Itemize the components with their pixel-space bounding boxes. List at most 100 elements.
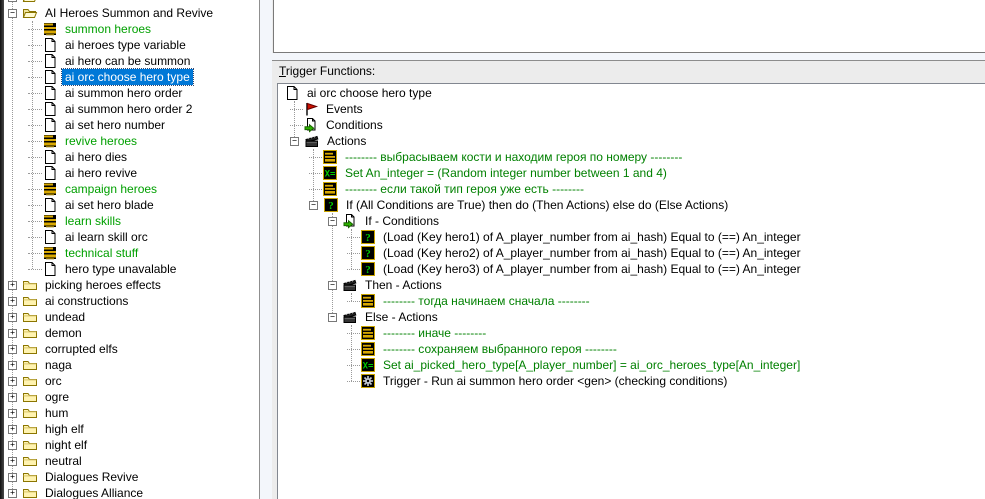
tree-item-label[interactable]: AI Heroes Summon and Revive bbox=[42, 5, 216, 21]
tree-item[interactable]: + Dialogues Revive bbox=[4, 469, 259, 485]
trigger-row[interactable]: -------- иначе -------- bbox=[278, 325, 985, 341]
tree-item-label[interactable]: ai summon hero order bbox=[62, 85, 185, 101]
expand-toggle[interactable]: + bbox=[8, 424, 17, 434]
tree-item[interactable]: campaign heroes bbox=[4, 181, 259, 197]
trigger-row-label[interactable]: (Load (Key hero2) of A_player_number fro… bbox=[380, 245, 804, 261]
tree-item[interactable]: ai summon hero order 2 bbox=[4, 101, 259, 117]
expand-toggle[interactable]: + bbox=[8, 408, 17, 418]
tree-item[interactable]: + undead bbox=[4, 309, 259, 325]
trigger-row-label[interactable]: -------- тогда начинаем сначала -------- bbox=[380, 293, 593, 309]
tree-item-label[interactable]: ai learn skill orc bbox=[62, 229, 151, 245]
tree-item[interactable]: + night elf bbox=[4, 437, 259, 453]
tree-item-label[interactable]: Dialogues Revive bbox=[42, 469, 141, 485]
expand-toggle[interactable]: + bbox=[8, 280, 17, 290]
trigger-row-label[interactable]: (Load (Key hero3) of A_player_number fro… bbox=[380, 261, 804, 277]
expand-toggle[interactable]: + bbox=[8, 312, 17, 322]
tree-item-label[interactable]: ai hero revive bbox=[62, 165, 140, 181]
trigger-row[interactable]: ? (Load (Key hero1) of A_player_number fr… bbox=[278, 229, 985, 245]
tree-item[interactable]: ai orc choose hero type bbox=[4, 68, 259, 86]
trigger-row[interactable]: ai orc choose hero type bbox=[278, 85, 985, 101]
trigger-row-label[interactable]: Conditions bbox=[323, 117, 386, 133]
tree-item-label[interactable]: ai orc choose hero type bbox=[61, 68, 194, 86]
expand-toggle[interactable]: + bbox=[8, 440, 17, 450]
tree-item-label[interactable]: ai set hero blade bbox=[62, 197, 157, 213]
tree-item[interactable]: technical stuff bbox=[4, 245, 259, 261]
tree-item-label[interactable]: technical stuff bbox=[62, 245, 141, 261]
tree-item-label[interactable]: ogre bbox=[42, 389, 72, 405]
tree-item[interactable]: ai learn skill orc bbox=[4, 229, 259, 245]
tree-item[interactable]: + naga bbox=[4, 357, 259, 373]
tree-item[interactable]: ai hero dies bbox=[4, 149, 259, 165]
tree-item-label[interactable]: campaign heroes bbox=[62, 181, 160, 197]
tree-item[interactable]: + corrupted elfs bbox=[4, 341, 259, 357]
trigger-row-label[interactable]: (Load (Key hero1) of A_player_number fro… bbox=[380, 229, 804, 245]
tree-item-label[interactable]: picking heroes effects bbox=[42, 277, 164, 293]
tree-item[interactable]: + neutral bbox=[4, 453, 259, 469]
trigger-row-label[interactable]: Trigger - Run ai summon hero order <gen>… bbox=[380, 373, 730, 389]
tree-item-label[interactable]: ai hero dies bbox=[62, 149, 130, 165]
tree-item-label[interactable]: hero type unavalable bbox=[62, 261, 179, 277]
trigger-row-label[interactable]: -------- иначе -------- bbox=[380, 325, 489, 341]
tree-item-label[interactable]: naga bbox=[42, 357, 75, 373]
tree-item[interactable]: − AI Heroes Summon and Revive bbox=[4, 5, 259, 21]
panel-splitter[interactable] bbox=[260, 0, 272, 499]
tree-item[interactable]: summon heroes bbox=[4, 21, 259, 37]
trigger-row[interactable]: -------- сохраняем выбранного героя ----… bbox=[278, 341, 985, 357]
trigger-row[interactable]: -------- если такой тип героя уже есть -… bbox=[278, 181, 985, 197]
tree-item[interactable]: + orc bbox=[4, 373, 259, 389]
trigger-row-label[interactable]: Actions bbox=[324, 133, 369, 149]
expand-toggle[interactable]: − bbox=[8, 0, 17, 2]
trigger-row-label[interactable]: Then - Actions bbox=[362, 277, 445, 293]
expand-toggle[interactable]: + bbox=[8, 456, 17, 466]
tree-item[interactable]: ai set hero number bbox=[4, 117, 259, 133]
tree-item-label[interactable]: revive heroes bbox=[62, 133, 140, 149]
tree-item[interactable]: ai heroes type variable bbox=[4, 37, 259, 53]
trigger-row[interactable]: Conditions bbox=[278, 117, 985, 133]
trigger-row[interactable]: − Then - Actions bbox=[278, 277, 985, 293]
expand-toggle[interactable]: + bbox=[8, 296, 17, 306]
expand-toggle[interactable]: + bbox=[8, 344, 17, 354]
trigger-comment-box[interactable] bbox=[273, 0, 985, 53]
tree-item[interactable]: + ogre bbox=[4, 389, 259, 405]
expand-toggle[interactable]: + bbox=[8, 488, 17, 498]
expand-toggle[interactable]: − bbox=[328, 216, 337, 226]
trigger-row[interactable]: ? (Load (Key hero3) of A_player_number fr… bbox=[278, 261, 985, 277]
expand-toggle[interactable]: − bbox=[328, 280, 337, 290]
tree-item-label[interactable]: undead bbox=[42, 309, 88, 325]
trigger-row-label[interactable]: Events bbox=[323, 101, 366, 117]
expand-toggle[interactable]: − bbox=[8, 8, 17, 18]
tree-item-label[interactable]: neutral bbox=[42, 453, 85, 469]
tree-item-label[interactable]: corrupted elfs bbox=[42, 341, 121, 357]
expand-toggle[interactable]: − bbox=[290, 136, 299, 146]
tree-item[interactable]: + picking heroes effects bbox=[4, 277, 259, 293]
trigger-row[interactable]: -------- тогда начинаем сначала -------- bbox=[278, 293, 985, 309]
trigger-row-label[interactable]: Set An_integer = (Random integer number … bbox=[342, 165, 670, 181]
expand-toggle[interactable]: + bbox=[8, 328, 17, 338]
trigger-row-label[interactable]: If - Conditions bbox=[362, 213, 442, 229]
tree-item-label[interactable]: learn skills bbox=[62, 213, 124, 229]
tree-item[interactable]: + hum bbox=[4, 405, 259, 421]
expand-toggle[interactable]: − bbox=[328, 312, 337, 322]
tree-item-label[interactable]: ai set hero number bbox=[62, 117, 168, 133]
expand-toggle[interactable]: + bbox=[8, 360, 17, 370]
tree-item[interactable]: ai hero revive bbox=[4, 165, 259, 181]
tree-item-label[interactable]: hum bbox=[42, 405, 71, 421]
tree-item-label[interactable]: orc bbox=[42, 373, 65, 389]
tree-item-label[interactable]: demon bbox=[42, 325, 85, 341]
tree-item[interactable]: + Dialogues Alliance bbox=[4, 485, 259, 499]
trigger-row[interactable]: X= Set ai_picked_hero_type[A_player_numbe… bbox=[278, 357, 985, 373]
trigger-row[interactable]: − Else - Actions bbox=[278, 309, 985, 325]
tree-item[interactable]: revive heroes bbox=[4, 133, 259, 149]
tree-item-label[interactable]: ai hero can be summon bbox=[62, 53, 193, 69]
tree-item-label[interactable]: ai constructions bbox=[42, 293, 131, 309]
trigger-row-label[interactable]: -------- сохраняем выбранного героя ----… bbox=[380, 341, 620, 357]
tree-item[interactable]: learn skills bbox=[4, 213, 259, 229]
tree-item[interactable]: + demon bbox=[4, 325, 259, 341]
trigger-row-label[interactable]: -------- выбрасываем кости и находим гер… bbox=[342, 149, 685, 165]
tree-item-label[interactable]: Dialogues Alliance bbox=[42, 485, 146, 499]
expand-toggle[interactable]: + bbox=[8, 472, 17, 482]
trigger-row-label[interactable]: -------- если такой тип героя уже есть -… bbox=[342, 181, 587, 197]
tree-item[interactable]: ai set hero blade bbox=[4, 197, 259, 213]
tree-item-label[interactable]: high elf bbox=[42, 421, 87, 437]
expand-toggle[interactable]: + bbox=[8, 376, 17, 386]
